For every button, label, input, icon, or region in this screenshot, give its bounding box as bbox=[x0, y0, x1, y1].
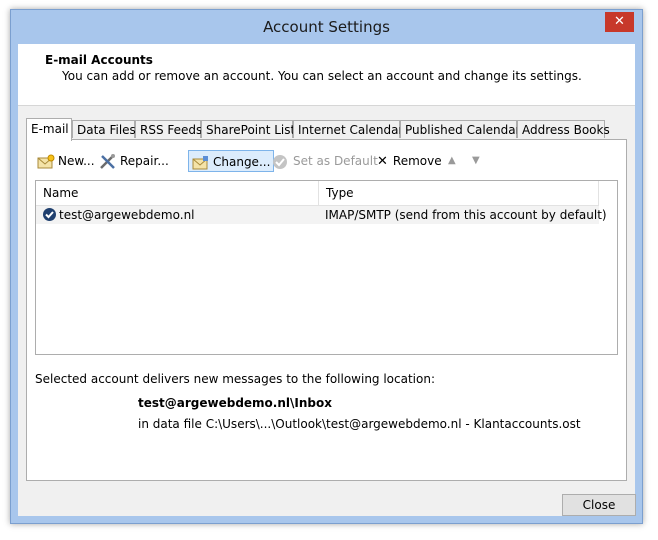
tab-published-calendars[interactable]: Published Calendars bbox=[400, 120, 527, 138]
set-as-default-label: Set as Default bbox=[293, 154, 378, 168]
tab-email[interactable]: E-mail bbox=[26, 118, 72, 141]
dialog-header: E-mail Accounts You can add or remove an… bbox=[18, 44, 635, 106]
new-account-icon bbox=[37, 154, 55, 170]
repair-button[interactable]: Repair... bbox=[99, 150, 169, 172]
up-arrow-icon: ▲ bbox=[448, 155, 456, 166]
dialog-client: E-mail Accounts You can add or remove an… bbox=[18, 44, 636, 516]
remove-x-icon: ✕ bbox=[377, 154, 388, 169]
tab-address-books[interactable]: Address Books bbox=[517, 120, 610, 138]
delivery-data-file: in data file C:\Users\...\Outlook\test@a… bbox=[138, 417, 581, 431]
window-close-button[interactable]: ✕ bbox=[605, 12, 634, 32]
account-type: IMAP/SMTP (send from this account by def… bbox=[325, 208, 607, 222]
tab-sharepoint-lists[interactable]: SharePoint Lists bbox=[201, 120, 301, 138]
move-up-button[interactable]: ▲ bbox=[448, 150, 456, 172]
tab-data-files[interactable]: Data Files bbox=[72, 120, 136, 138]
change-button-label: Change... bbox=[213, 155, 271, 169]
set-as-default-button[interactable]: Set as Default bbox=[272, 150, 378, 172]
remove-button-label: Remove bbox=[392, 154, 442, 168]
account-name: test@argewebdemo.nl bbox=[59, 208, 195, 222]
column-header-name[interactable]: Name bbox=[36, 181, 319, 205]
account-settings-window: Account Settings ✕ E-mail Accounts You c… bbox=[10, 9, 643, 524]
window-title: Account Settings bbox=[263, 18, 390, 36]
header-title: E-mail Accounts bbox=[45, 53, 153, 67]
tab-internet-calendars[interactable]: Internet Calendars bbox=[293, 120, 410, 138]
new-button[interactable]: New... bbox=[37, 150, 95, 172]
default-account-icon bbox=[42, 207, 58, 225]
header-description: You can add or remove an account. You ca… bbox=[62, 69, 582, 83]
account-row[interactable]: test@argewebdemo.nl IMAP/SMTP (send from… bbox=[36, 206, 607, 225]
remove-button[interactable]: ✕ Remove bbox=[377, 150, 442, 172]
change-account-icon bbox=[192, 155, 210, 171]
repair-tools-icon bbox=[99, 153, 117, 170]
checkmark-circle-icon bbox=[272, 154, 290, 170]
change-button[interactable]: Change... bbox=[188, 150, 275, 172]
delivery-location: test@argewebdemo.nl\Inbox bbox=[138, 396, 332, 410]
delivery-info: Selected account delivers new messages t… bbox=[35, 372, 436, 386]
accounts-list-header: Name Type bbox=[36, 181, 599, 206]
title-bar[interactable]: Account Settings ✕ bbox=[11, 10, 642, 44]
accounts-list: Name Type test@argewebdemo.nl IMAP/SMTP … bbox=[35, 180, 618, 355]
email-tab-panel: New... Repair... Change... Set as Defaul… bbox=[26, 139, 627, 481]
tab-rss-feeds[interactable]: RSS Feeds bbox=[135, 120, 202, 138]
repair-button-label: Repair... bbox=[120, 154, 169, 168]
column-header-type[interactable]: Type bbox=[319, 181, 599, 205]
close-button[interactable]: Close bbox=[562, 494, 636, 516]
down-arrow-icon: ▼ bbox=[472, 155, 480, 166]
move-down-button[interactable]: ▼ bbox=[472, 150, 480, 172]
account-toolbar: New... Repair... Change... Set as Defaul… bbox=[36, 150, 616, 174]
new-button-label: New... bbox=[58, 154, 95, 168]
